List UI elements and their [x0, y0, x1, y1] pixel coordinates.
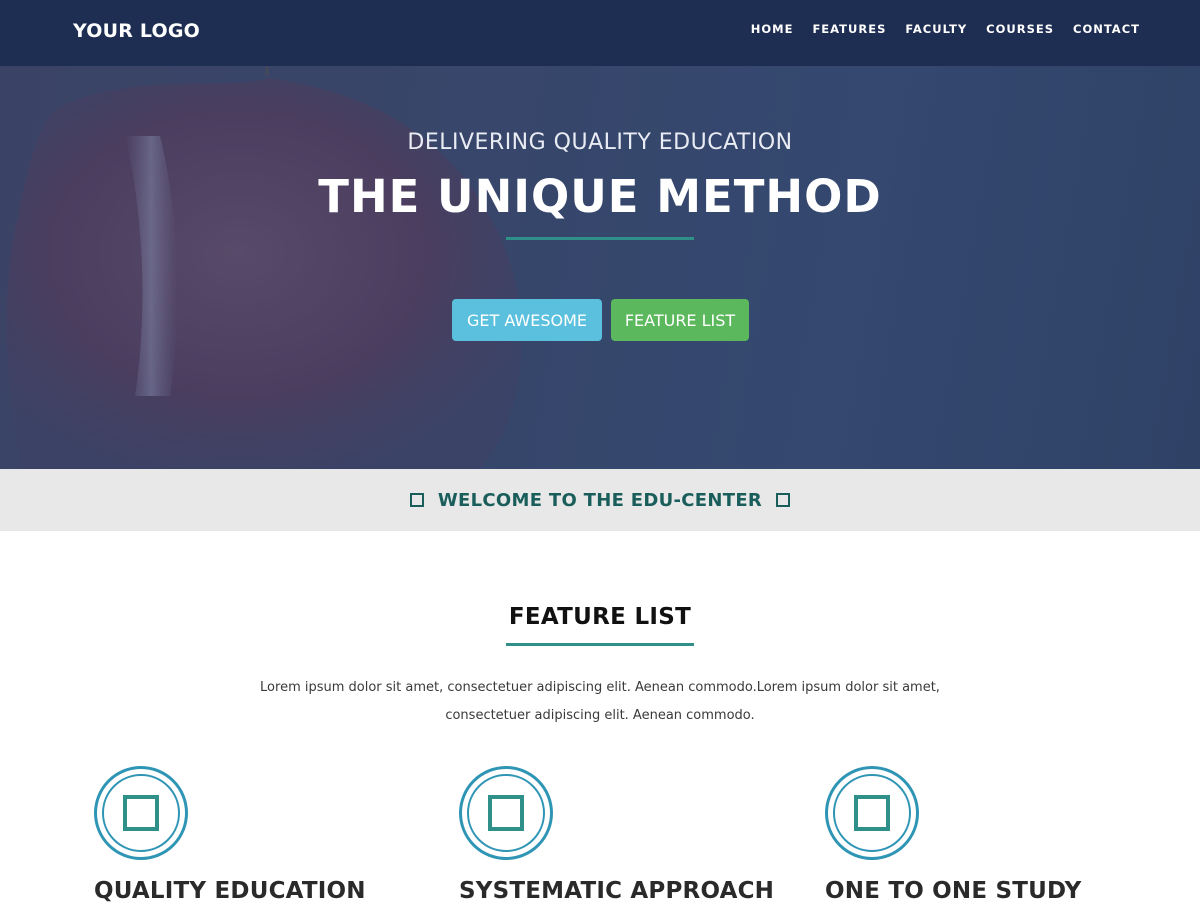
- feature-card-one-to-one-study: ONE TO ONE STUDY: [825, 766, 1145, 904]
- get-awesome-button[interactable]: GET AWESOME: [452, 299, 602, 341]
- feature-title: ONE TO ONE STUDY: [825, 878, 1082, 904]
- hero-background-apple-image: [6, 66, 522, 469]
- square-icon: [123, 795, 159, 831]
- hero-divider: [506, 237, 694, 240]
- feature-title: SYSTEMATIC APPROACH: [459, 878, 775, 904]
- square-icon: [488, 795, 524, 831]
- main-nav: HOME FEATURES FACULTY COURSES CONTACT: [751, 22, 1140, 36]
- feature-title: QUALITY EDUCATION: [94, 878, 366, 904]
- nav-home[interactable]: HOME: [751, 22, 794, 36]
- nav-features[interactable]: FEATURES: [812, 22, 886, 36]
- square-icon: [854, 795, 890, 831]
- feature-list-title: FEATURE LIST: [508, 604, 692, 630]
- hero-subtitle: DELIVERING QUALITY EDUCATION: [407, 130, 793, 155]
- welcome-bar: WELCOME TO THE EDU-CENTER: [0, 469, 1200, 531]
- feature-circle-icon: [825, 766, 919, 860]
- square-outline-icon: [776, 493, 791, 507]
- navbar: YOUR LOGO HOME FEATURES FACULTY COURSES …: [0, 0, 1200, 66]
- nav-courses[interactable]: COURSES: [986, 22, 1054, 36]
- nav-contact[interactable]: CONTACT: [1073, 22, 1140, 36]
- section-divider: [506, 643, 694, 646]
- hero-title: THE UNIQUE METHOD: [318, 170, 882, 223]
- square-outline-icon: [409, 493, 424, 507]
- nav-faculty[interactable]: FACULTY: [905, 22, 967, 36]
- hero-banner: DELIVERING QUALITY EDUCATION THE UNIQUE …: [0, 66, 1200, 469]
- feature-list-button[interactable]: FEATURE LIST: [611, 299, 749, 341]
- feature-card-systematic-approach: SYSTEMATIC APPROACH: [459, 766, 779, 904]
- welcome-text: WELCOME TO THE EDU-CENTER: [437, 489, 763, 511]
- feature-circle-icon: [459, 766, 553, 860]
- site-logo[interactable]: YOUR LOGO: [73, 20, 200, 42]
- feature-card-quality-education: QUALITY EDUCATION: [94, 766, 414, 904]
- feature-list-description: Lorem ipsum dolor sit amet, consectetuer…: [260, 680, 940, 723]
- feature-circle-icon: [94, 766, 188, 860]
